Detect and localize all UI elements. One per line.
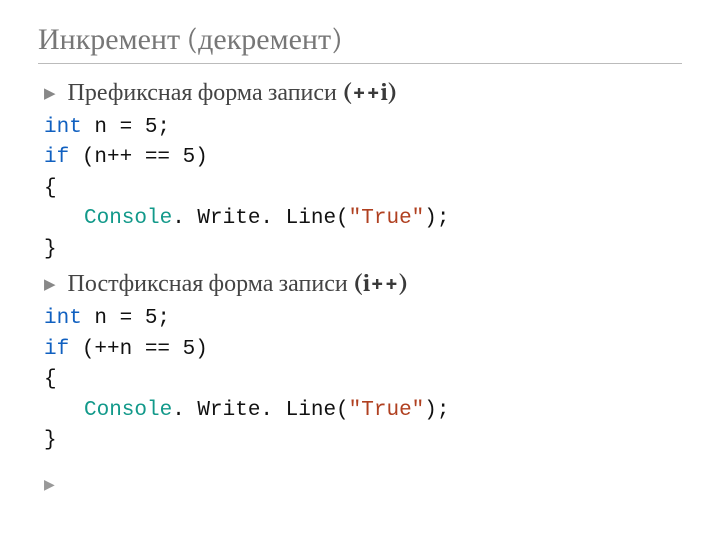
play-icon: ▶ (44, 84, 56, 102)
code-line: } (44, 235, 682, 265)
code-line: Console. Write. Line("True"); (44, 204, 682, 234)
play-icon: ▶ (44, 275, 56, 293)
slide-title: Инкремент (декремент) (38, 22, 682, 57)
code-line: } (44, 426, 682, 456)
bullet-postfix-form: ▶ Постфиксная форма записи (i++) (44, 269, 682, 298)
code-line: { (44, 365, 682, 395)
code-block-2: int n = 5; if (++n == 5) { Console. Writ… (44, 304, 682, 456)
code-line: if (++n == 5) (44, 335, 682, 365)
code-line: int n = 5; (44, 304, 682, 334)
bullet-text: Постфиксная форма записи (i++) (68, 269, 409, 298)
code-block-1: int n = 5; if (n++ == 5) { Console. Writ… (44, 113, 682, 265)
bullet-prefix-form: ▶ Префиксная форма записи (++i) (44, 78, 682, 107)
title-underline (38, 63, 682, 64)
code-line: { (44, 174, 682, 204)
play-icon: ▶ (44, 476, 682, 493)
slide: Инкремент (декремент) ▶ Префиксная форма… (0, 0, 720, 513)
code-line: if (n++ == 5) (44, 143, 682, 173)
code-line: int n = 5; (44, 113, 682, 143)
code-line: Console. Write. Line("True"); (44, 396, 682, 426)
bullet-text: Префиксная форма записи (++i) (68, 78, 398, 107)
